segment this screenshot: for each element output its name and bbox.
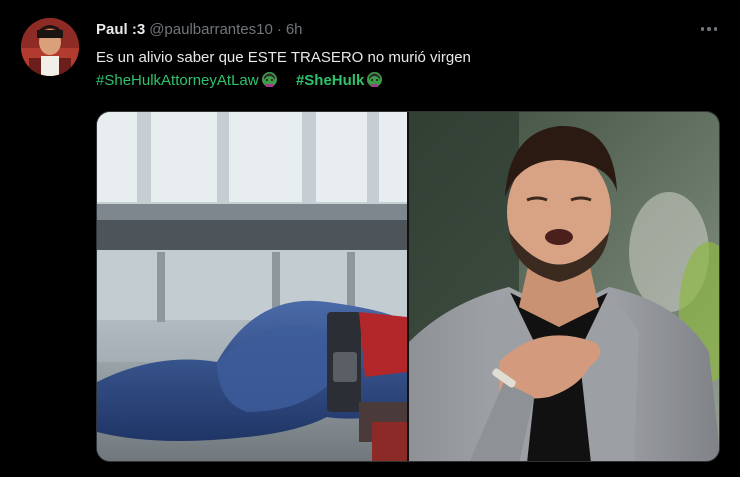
more-dot (707, 27, 711, 31)
more-dot (713, 27, 718, 31)
she-hulk-hashflag-icon (261, 72, 277, 87)
she-hulk-hashflag-icon (367, 72, 383, 87)
tweet-text: Es un alivio saber que ESTE TRASERO no m… (96, 49, 471, 66)
tweet-media-grid[interactable] (96, 111, 720, 462)
tweet-header: Paul :3 @paulbarrantes10 · 6h (96, 20, 303, 40)
tweet-timestamp[interactable]: 6h (286, 21, 303, 38)
media-image-left[interactable] (97, 112, 407, 461)
hashtag-shehulkattorneyatlaw[interactable]: #SheHulkAttorneyAtLaw (96, 72, 259, 89)
user-handle[interactable]: @paulbarrantes10 (149, 21, 273, 38)
tweet-card[interactable]: Paul :3 @paulbarrantes10 · 6h Es un alivio … (0, 0, 740, 477)
hashtag-shehulk[interactable]: #SheHulk (296, 72, 364, 89)
separator-dot: · (276, 21, 282, 38)
avatar[interactable] (21, 18, 79, 76)
more-horizontal-icon (700, 27, 705, 31)
display-name[interactable]: Paul :3 (96, 21, 145, 38)
tweet-hashtags: #SheHulkAttorneyAtLaw #SheHulk (96, 71, 383, 91)
media-image-right[interactable] (409, 112, 719, 461)
more-options-button[interactable] (698, 18, 720, 40)
